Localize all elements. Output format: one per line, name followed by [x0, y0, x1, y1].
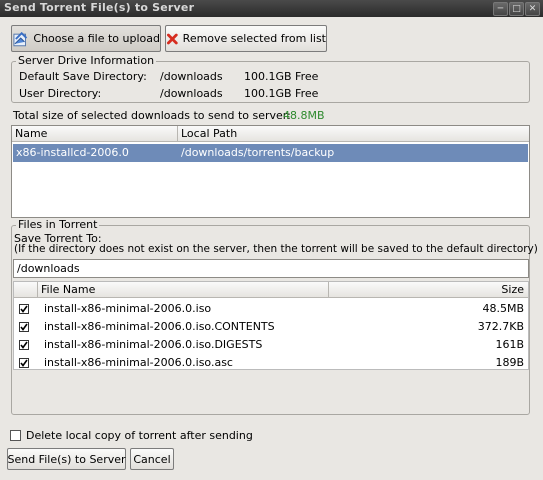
cancel-label: Cancel: [133, 452, 171, 466]
default-save-dir-free: 100.1GB Free: [244, 70, 319, 83]
file-include-checkbox[interactable]: [19, 304, 29, 314]
file-row[interactable]: install-x86-minimal-2006.0.iso 48.5MB: [14, 300, 528, 318]
total-size-value: 48.8MB: [283, 109, 325, 122]
column-header-check[interactable]: [14, 282, 38, 298]
user-dir-path: /downloads: [160, 87, 223, 100]
default-save-dir-path: /downloads: [160, 70, 223, 83]
file-row[interactable]: install-x86-minimal-2006.0.iso.DIGESTS 1…: [14, 336, 528, 354]
window-title: Send Torrent File(s) to Server: [4, 1, 195, 14]
upload-file-icon: [13, 31, 28, 46]
file-size: 189B: [495, 356, 524, 369]
save-directory-input[interactable]: /downloads: [13, 259, 529, 278]
minimize-button[interactable]: ─: [493, 2, 508, 16]
check-icon: [20, 305, 28, 313]
check-icon: [20, 323, 28, 331]
total-size-label: Total size of selected downloads to send…: [13, 109, 291, 122]
default-save-dir-label: Default Save Directory:: [19, 70, 147, 83]
remove-selected-button[interactable]: Remove selected from list: [165, 25, 327, 52]
file-row[interactable]: install-x86-minimal-2006.0.iso.asc 189B: [14, 354, 528, 369]
choose-file-label: Choose a file to upload: [33, 32, 160, 45]
window-titlebar[interactable]: Send Torrent File(s) to Server ─ □ ✕: [0, 0, 543, 17]
column-header-name[interactable]: Name: [12, 126, 178, 142]
column-header-size[interactable]: Size: [328, 282, 528, 298]
torrent-row-name: x86-installcd-2006.0: [16, 146, 129, 159]
file-size: 48.5MB: [482, 302, 524, 315]
torrent-list[interactable]: Name Local Path x86-installcd-2006.0 /do…: [11, 125, 530, 218]
user-dir-label: User Directory:: [19, 87, 102, 100]
choose-file-button[interactable]: Choose a file to upload: [11, 25, 161, 52]
torrent-row-path: /downloads/torrents/backup: [181, 146, 335, 159]
check-icon: [20, 341, 28, 349]
server-drive-legend: Server Drive Information: [16, 54, 157, 67]
files-in-torrent-legend: Files in Torrent: [16, 218, 100, 231]
check-icon: [20, 359, 28, 367]
file-size: 372.7KB: [477, 320, 524, 333]
file-name: install-x86-minimal-2006.0.iso.CONTENTS: [44, 320, 275, 333]
column-header-local-path[interactable]: Local Path: [178, 126, 529, 142]
maximize-button[interactable]: □: [509, 2, 524, 16]
remove-icon: [166, 33, 178, 44]
files-list[interactable]: File Name Size install-x86-minimal-2006.…: [13, 281, 529, 370]
file-name: install-x86-minimal-2006.0.iso.asc: [44, 356, 233, 369]
file-include-checkbox[interactable]: [19, 340, 29, 350]
delete-local-checkbox[interactable]: [10, 430, 21, 441]
save-torrent-to-note: (If the directory does not exist on the …: [14, 243, 538, 255]
remove-selected-label: Remove selected from list: [182, 32, 326, 45]
file-name: install-x86-minimal-2006.0.iso.DIGESTS: [44, 338, 263, 351]
delete-local-label[interactable]: Delete local copy of torrent after sendi…: [26, 429, 253, 442]
send-to-server-button[interactable]: Send File(s) to Server: [7, 448, 126, 470]
file-include-checkbox[interactable]: [19, 358, 29, 368]
user-dir-free: 100.1GB Free: [244, 87, 319, 100]
cancel-button[interactable]: Cancel: [130, 448, 174, 470]
torrent-row[interactable]: x86-installcd-2006.0 /downloads/torrents…: [13, 144, 528, 162]
close-button[interactable]: ✕: [525, 2, 540, 16]
file-size: 161B: [495, 338, 524, 351]
file-name: install-x86-minimal-2006.0.iso: [44, 302, 212, 315]
send-to-server-label: Send File(s) to Server: [7, 452, 126, 466]
column-header-file-name[interactable]: File Name: [38, 282, 328, 298]
file-row[interactable]: install-x86-minimal-2006.0.iso.CONTENTS …: [14, 318, 528, 336]
file-include-checkbox[interactable]: [19, 322, 29, 332]
